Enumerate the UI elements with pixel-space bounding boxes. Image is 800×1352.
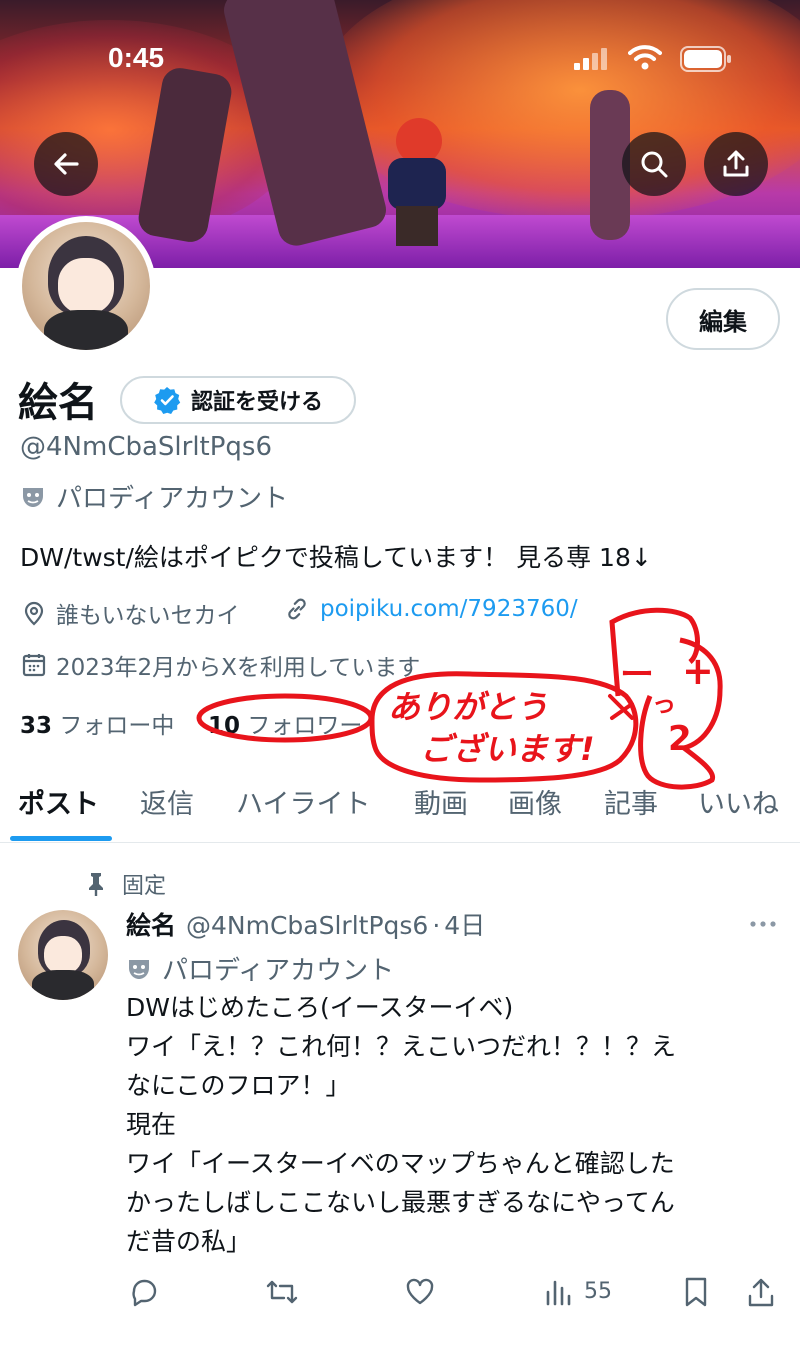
annotation-text-line2: ございます! <box>420 730 595 768</box>
share-profile-button[interactable] <box>704 132 768 196</box>
annotation-text-line1: ありがとう <box>388 688 548 726</box>
post-parody-label: パロディアカウント <box>126 950 394 987</box>
followers-label: フォロワー <box>247 713 363 739</box>
signal-icon <box>574 48 608 70</box>
wifi-icon <box>628 44 662 70</box>
profile-website[interactable]: poipiku.com/7923760/ <box>284 596 578 622</box>
parody-mask-icon <box>20 484 46 510</box>
pin-icon <box>84 871 108 897</box>
link-icon <box>284 596 310 622</box>
parody-account-text: パロディアカウント <box>56 484 289 514</box>
search-icon <box>639 149 669 179</box>
following-count: 33 <box>20 713 53 739</box>
parody-mask-icon <box>126 956 152 982</box>
following-label: フォロー中 <box>59 713 175 739</box>
profile-joined: 2023年2月からXを利用しています <box>22 648 420 682</box>
post-author-avatar[interactable] <box>18 910 108 1000</box>
views-button[interactable]: 55 <box>544 1276 612 1306</box>
share-post-button[interactable] <box>746 1276 776 1308</box>
bookmark-icon <box>682 1276 710 1308</box>
profile-name: 絵名 <box>18 380 98 426</box>
followers-link[interactable]: 10 フォロワー <box>208 706 362 740</box>
post-separator: · <box>432 911 441 940</box>
tab-videos[interactable]: 動画 <box>414 782 468 821</box>
tab-images[interactable]: 画像 <box>508 782 562 821</box>
location-pin-icon <box>22 600 46 626</box>
more-icon[interactable] <box>748 916 778 932</box>
handdrawn-annotation: ありがとう ございます! ー + っ 2 <box>196 607 723 790</box>
profile-bio: DW/twst/絵はポイピクで投稿しています！ 見る専 18↓ <box>20 543 652 572</box>
reply-icon <box>128 1276 160 1308</box>
views-icon <box>544 1276 574 1306</box>
get-verified-label: 認証を受ける <box>190 390 323 415</box>
annotation-glyph-3: っ <box>652 690 676 718</box>
battery-icon <box>680 46 732 72</box>
active-tab-indicator <box>10 836 112 841</box>
views-count: 55 <box>584 1278 612 1304</box>
banner-character <box>382 118 454 248</box>
post-author-name[interactable]: 絵名 <box>126 906 176 942</box>
pinned-label: 固定 <box>122 874 167 899</box>
post-text: DWはじめたころ(イースターイベ) ワイ「え！？これ何！？えこいつだれ！？！？え… <box>126 993 677 1256</box>
verified-badge-icon <box>153 386 181 414</box>
reply-button[interactable] <box>128 1276 160 1308</box>
post-header: 絵名 @4NmCbaSlrltPqs6 · 4日 <box>126 906 485 942</box>
back-button[interactable] <box>34 132 98 196</box>
annotation-glyph-4: 2 <box>668 719 692 759</box>
profile-location: 誰もいないセカイ <box>22 596 240 630</box>
post-author-handle[interactable]: @4NmCbaSlrltPqs6 <box>186 911 428 940</box>
share-icon <box>721 149 751 179</box>
tab-highlights[interactable]: ハイライト <box>236 782 370 821</box>
bookmark-button[interactable] <box>682 1276 710 1308</box>
website-link[interactable]: poipiku.com/7923760/ <box>320 596 578 622</box>
search-button[interactable] <box>622 132 686 196</box>
like-button[interactable] <box>404 1276 436 1308</box>
back-arrow-icon <box>51 149 81 179</box>
get-verified-button[interactable]: 認証を受ける <box>120 376 356 424</box>
following-link[interactable]: 33 フォロー中 <box>20 706 174 740</box>
location-text: 誰もいないセカイ <box>56 603 240 629</box>
joined-text: 2023年2月からXを利用しています <box>56 655 421 681</box>
tabs-divider <box>0 842 800 843</box>
tab-articles[interactable]: 記事 <box>604 782 658 821</box>
like-icon <box>404 1276 436 1308</box>
tab-replies[interactable]: 返信 <box>140 782 194 821</box>
profile-handle: @4NmCbaSlrltPqs6 <box>20 432 273 462</box>
share-icon <box>746 1276 776 1308</box>
status-time: 0:45 <box>108 42 165 73</box>
repost-icon <box>264 1276 300 1308</box>
post-account-text: パロディアカウント <box>162 956 395 986</box>
profile-avatar[interactable] <box>16 216 156 356</box>
annotation-glyph-1: ー <box>620 655 654 695</box>
parody-account-label: パロディアカウント <box>20 478 288 515</box>
post-timestamp[interactable]: 4日 <box>444 906 485 942</box>
calendar-icon <box>22 652 46 678</box>
edit-profile-button[interactable]: 編集 <box>666 288 780 350</box>
repost-button[interactable] <box>264 1276 300 1308</box>
annotation-glyph-2: + <box>682 649 714 693</box>
followers-count: 10 <box>208 713 241 739</box>
tab-likes[interactable]: いいね <box>698 782 779 821</box>
tab-posts[interactable]: ポスト <box>18 782 99 821</box>
pinned-indicator: 固定 <box>84 868 166 900</box>
